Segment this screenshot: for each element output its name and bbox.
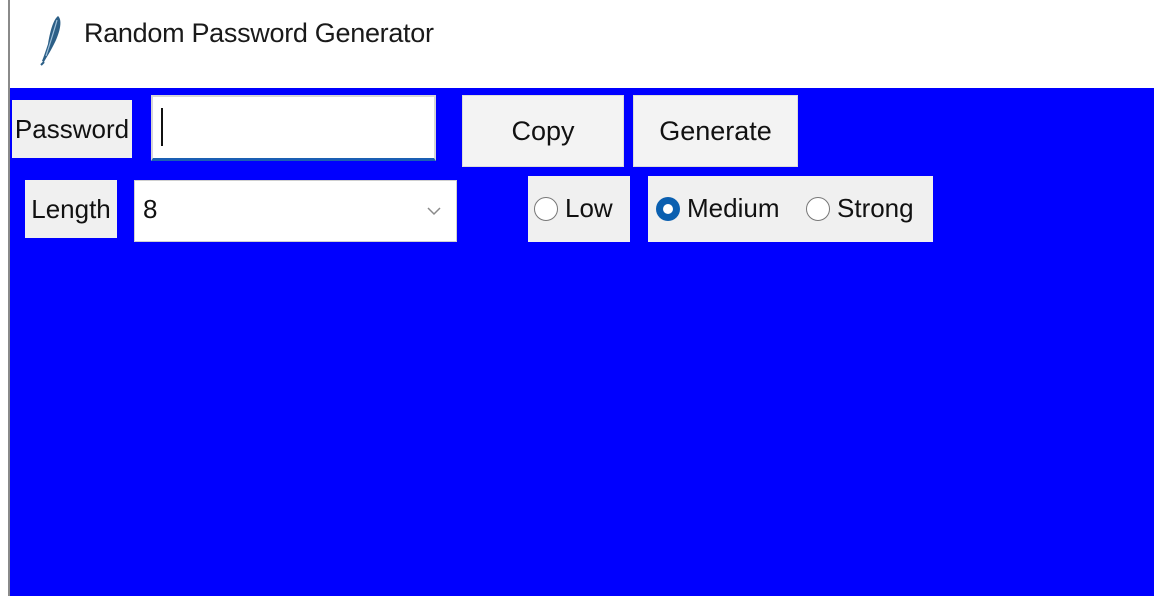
length-label: Length: [25, 180, 117, 238]
length-combobox[interactable]: 8: [134, 180, 457, 242]
radio-medium-label: Medium: [687, 193, 780, 223]
radio-medium[interactable]: Medium: [656, 193, 779, 224]
feather-icon: [40, 16, 61, 66]
password-input[interactable]: [151, 95, 436, 161]
title-bar[interactable]: Random Password Generator: [10, 0, 1154, 88]
length-value: 8: [143, 194, 158, 224]
radio-checked-icon[interactable]: [656, 196, 680, 221]
chevron-down-icon[interactable]: [426, 205, 442, 217]
window-title: Random Password Generator: [84, 18, 434, 48]
radio-low-label: Low: [565, 193, 613, 223]
radio-low[interactable]: Low: [534, 193, 613, 224]
app-window: Random Password Generator Password Copy …: [0, 0, 1154, 596]
text-caret: [161, 108, 163, 146]
radio-unchecked-icon[interactable]: [806, 196, 830, 221]
generate-button[interactable]: Generate: [633, 95, 798, 167]
copy-button[interactable]: Copy: [462, 95, 624, 167]
password-label: Password: [12, 100, 132, 158]
radio-strong[interactable]: Strong: [806, 193, 914, 224]
radio-strong-label: Strong: [837, 193, 914, 223]
radio-unchecked-icon[interactable]: [534, 196, 558, 221]
